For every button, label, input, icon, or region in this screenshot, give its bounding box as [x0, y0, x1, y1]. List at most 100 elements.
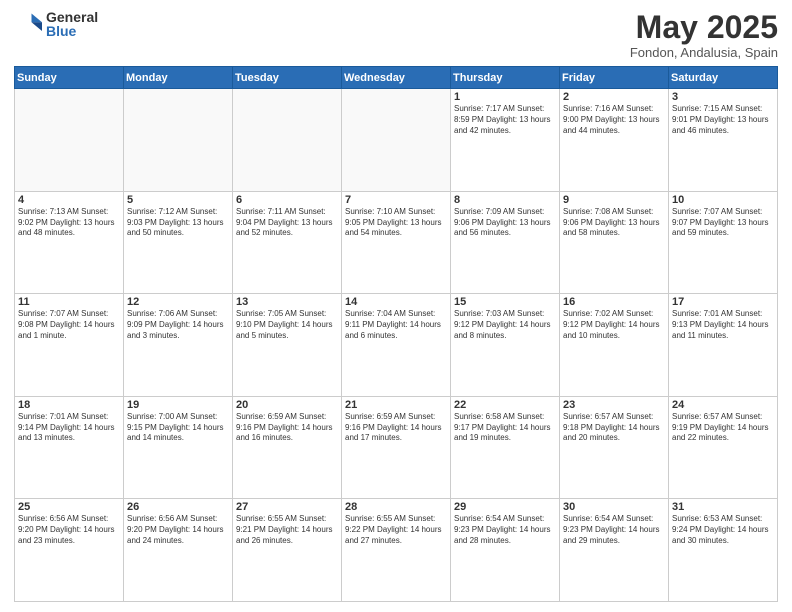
day-info: Sunrise: 7:09 AM Sunset: 9:06 PM Dayligh…: [454, 207, 556, 239]
col-wednesday: Wednesday: [342, 67, 451, 89]
day-number: 25: [18, 501, 120, 513]
logo: General Blue: [14, 10, 98, 38]
col-thursday: Thursday: [451, 67, 560, 89]
logo-text: General Blue: [46, 10, 98, 38]
day-info: Sunrise: 7:02 AM Sunset: 9:12 PM Dayligh…: [563, 309, 665, 341]
day-number: 15: [454, 296, 556, 308]
day-info: Sunrise: 7:11 AM Sunset: 9:04 PM Dayligh…: [236, 207, 338, 239]
day-info: Sunrise: 7:05 AM Sunset: 9:10 PM Dayligh…: [236, 309, 338, 341]
day-info: Sunrise: 7:12 AM Sunset: 9:03 PM Dayligh…: [127, 207, 229, 239]
calendar-day-cell: 26Sunrise: 6:56 AM Sunset: 9:20 PM Dayli…: [124, 499, 233, 602]
col-tuesday: Tuesday: [233, 67, 342, 89]
day-number: 1: [454, 91, 556, 103]
month-title: May 2025: [630, 10, 778, 45]
calendar-day-cell: 14Sunrise: 7:04 AM Sunset: 9:11 PM Dayli…: [342, 294, 451, 397]
calendar-week-row: 11Sunrise: 7:07 AM Sunset: 9:08 PM Dayli…: [15, 294, 778, 397]
calendar-day-cell: 25Sunrise: 6:56 AM Sunset: 9:20 PM Dayli…: [15, 499, 124, 602]
day-info: Sunrise: 7:00 AM Sunset: 9:15 PM Dayligh…: [127, 412, 229, 444]
day-number: 27: [236, 501, 338, 513]
calendar-day-cell: 31Sunrise: 6:53 AM Sunset: 9:24 PM Dayli…: [669, 499, 778, 602]
location-subtitle: Fondon, Andalusia, Spain: [630, 45, 778, 60]
calendar-day-cell: [233, 89, 342, 192]
day-number: 17: [672, 296, 774, 308]
day-number: 23: [563, 399, 665, 411]
logo-icon: [14, 10, 42, 38]
day-info: Sunrise: 6:59 AM Sunset: 9:16 PM Dayligh…: [236, 412, 338, 444]
day-number: 6: [236, 194, 338, 206]
calendar-day-cell: 20Sunrise: 6:59 AM Sunset: 9:16 PM Dayli…: [233, 396, 342, 499]
day-number: 21: [345, 399, 447, 411]
day-number: 24: [672, 399, 774, 411]
day-number: 10: [672, 194, 774, 206]
calendar-day-cell: 16Sunrise: 7:02 AM Sunset: 9:12 PM Dayli…: [560, 294, 669, 397]
day-number: 9: [563, 194, 665, 206]
day-number: 11: [18, 296, 120, 308]
day-number: 19: [127, 399, 229, 411]
calendar-day-cell: 11Sunrise: 7:07 AM Sunset: 9:08 PM Dayli…: [15, 294, 124, 397]
calendar-day-cell: 19Sunrise: 7:00 AM Sunset: 9:15 PM Dayli…: [124, 396, 233, 499]
logo-general-text: General: [46, 10, 98, 24]
calendar-day-cell: 3Sunrise: 7:15 AM Sunset: 9:01 PM Daylig…: [669, 89, 778, 192]
header: General Blue May 2025 Fondon, Andalusia,…: [14, 10, 778, 60]
day-info: Sunrise: 7:08 AM Sunset: 9:06 PM Dayligh…: [563, 207, 665, 239]
day-number: 8: [454, 194, 556, 206]
calendar-week-row: 4Sunrise: 7:13 AM Sunset: 9:02 PM Daylig…: [15, 191, 778, 294]
day-info: Sunrise: 7:16 AM Sunset: 9:00 PM Dayligh…: [563, 104, 665, 136]
day-number: 2: [563, 91, 665, 103]
calendar-day-cell: 23Sunrise: 6:57 AM Sunset: 9:18 PM Dayli…: [560, 396, 669, 499]
day-number: 7: [345, 194, 447, 206]
day-info: Sunrise: 7:01 AM Sunset: 9:13 PM Dayligh…: [672, 309, 774, 341]
day-number: 13: [236, 296, 338, 308]
col-saturday: Saturday: [669, 67, 778, 89]
day-number: 26: [127, 501, 229, 513]
calendar-day-cell: 30Sunrise: 6:54 AM Sunset: 9:23 PM Dayli…: [560, 499, 669, 602]
day-info: Sunrise: 6:53 AM Sunset: 9:24 PM Dayligh…: [672, 514, 774, 546]
day-number: 18: [18, 399, 120, 411]
day-info: Sunrise: 6:55 AM Sunset: 9:22 PM Dayligh…: [345, 514, 447, 546]
calendar-day-cell: [124, 89, 233, 192]
day-number: 4: [18, 194, 120, 206]
day-info: Sunrise: 6:55 AM Sunset: 9:21 PM Dayligh…: [236, 514, 338, 546]
day-number: 29: [454, 501, 556, 513]
calendar-header-row: Sunday Monday Tuesday Wednesday Thursday…: [15, 67, 778, 89]
col-friday: Friday: [560, 67, 669, 89]
day-info: Sunrise: 7:06 AM Sunset: 9:09 PM Dayligh…: [127, 309, 229, 341]
day-info: Sunrise: 7:04 AM Sunset: 9:11 PM Dayligh…: [345, 309, 447, 341]
title-area: May 2025 Fondon, Andalusia, Spain: [630, 10, 778, 60]
day-number: 20: [236, 399, 338, 411]
day-info: Sunrise: 6:56 AM Sunset: 9:20 PM Dayligh…: [127, 514, 229, 546]
calendar-table: Sunday Monday Tuesday Wednesday Thursday…: [14, 66, 778, 602]
calendar-day-cell: 5Sunrise: 7:12 AM Sunset: 9:03 PM Daylig…: [124, 191, 233, 294]
col-monday: Monday: [124, 67, 233, 89]
day-info: Sunrise: 6:59 AM Sunset: 9:16 PM Dayligh…: [345, 412, 447, 444]
calendar-day-cell: 28Sunrise: 6:55 AM Sunset: 9:22 PM Dayli…: [342, 499, 451, 602]
calendar-week-row: 25Sunrise: 6:56 AM Sunset: 9:20 PM Dayli…: [15, 499, 778, 602]
day-info: Sunrise: 6:56 AM Sunset: 9:20 PM Dayligh…: [18, 514, 120, 546]
day-info: Sunrise: 7:07 AM Sunset: 9:07 PM Dayligh…: [672, 207, 774, 239]
calendar-week-row: 18Sunrise: 7:01 AM Sunset: 9:14 PM Dayli…: [15, 396, 778, 499]
calendar-day-cell: 6Sunrise: 7:11 AM Sunset: 9:04 PM Daylig…: [233, 191, 342, 294]
logo-blue-text: Blue: [46, 24, 98, 38]
day-number: 5: [127, 194, 229, 206]
calendar-day-cell: 18Sunrise: 7:01 AM Sunset: 9:14 PM Dayli…: [15, 396, 124, 499]
calendar-week-row: 1Sunrise: 7:17 AM Sunset: 8:59 PM Daylig…: [15, 89, 778, 192]
day-info: Sunrise: 6:57 AM Sunset: 9:18 PM Dayligh…: [563, 412, 665, 444]
calendar-day-cell: 13Sunrise: 7:05 AM Sunset: 9:10 PM Dayli…: [233, 294, 342, 397]
calendar-day-cell: 10Sunrise: 7:07 AM Sunset: 9:07 PM Dayli…: [669, 191, 778, 294]
day-info: Sunrise: 7:07 AM Sunset: 9:08 PM Dayligh…: [18, 309, 120, 341]
day-info: Sunrise: 7:10 AM Sunset: 9:05 PM Dayligh…: [345, 207, 447, 239]
day-info: Sunrise: 6:57 AM Sunset: 9:19 PM Dayligh…: [672, 412, 774, 444]
calendar-day-cell: 29Sunrise: 6:54 AM Sunset: 9:23 PM Dayli…: [451, 499, 560, 602]
calendar-day-cell: 12Sunrise: 7:06 AM Sunset: 9:09 PM Dayli…: [124, 294, 233, 397]
day-info: Sunrise: 6:54 AM Sunset: 9:23 PM Dayligh…: [454, 514, 556, 546]
day-info: Sunrise: 6:54 AM Sunset: 9:23 PM Dayligh…: [563, 514, 665, 546]
day-number: 16: [563, 296, 665, 308]
day-info: Sunrise: 7:01 AM Sunset: 9:14 PM Dayligh…: [18, 412, 120, 444]
day-number: 14: [345, 296, 447, 308]
calendar-day-cell: 21Sunrise: 6:59 AM Sunset: 9:16 PM Dayli…: [342, 396, 451, 499]
calendar-day-cell: 15Sunrise: 7:03 AM Sunset: 9:12 PM Dayli…: [451, 294, 560, 397]
calendar-day-cell: [15, 89, 124, 192]
day-info: Sunrise: 7:15 AM Sunset: 9:01 PM Dayligh…: [672, 104, 774, 136]
calendar-day-cell: 22Sunrise: 6:58 AM Sunset: 9:17 PM Dayli…: [451, 396, 560, 499]
day-number: 22: [454, 399, 556, 411]
